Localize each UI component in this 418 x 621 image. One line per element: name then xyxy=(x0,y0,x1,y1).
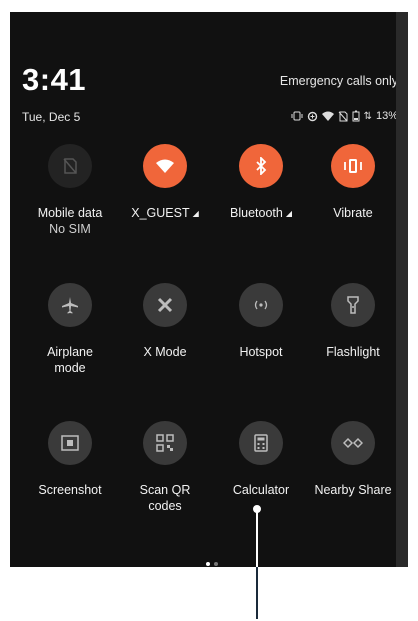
calculator-icon xyxy=(239,421,283,465)
charging-arrows-icon: ⇅ xyxy=(363,110,372,122)
tile-screenshot[interactable]: Screenshot xyxy=(22,421,118,498)
tile-label: Screenshot xyxy=(38,483,102,497)
tile-label: Hotspot xyxy=(239,345,283,359)
tile-label: Vibrate xyxy=(333,206,373,220)
sim-off-icon xyxy=(48,144,92,188)
tile-wifi[interactable]: X_GUEST ◢ xyxy=(117,144,213,222)
tile-flashlight[interactable]: Flashlight xyxy=(305,283,401,360)
wifi-icon xyxy=(321,111,334,121)
tile-airplane-mode[interactable]: Airplane mode xyxy=(22,283,118,376)
vibrate-icon xyxy=(291,111,303,121)
tile-label: Nearby Share xyxy=(314,483,392,497)
clock[interactable]: 3:41 xyxy=(22,62,86,98)
tile-scan-qr[interactable]: Scan QR codes xyxy=(117,421,213,514)
tile-calculator[interactable]: Calculator xyxy=(213,421,309,498)
battery-percent: 13% xyxy=(375,110,398,122)
date: Tue, Dec 5 xyxy=(22,110,81,124)
screenshot-icon xyxy=(48,421,92,465)
tile-vibrate[interactable]: Vibrate xyxy=(305,144,401,221)
nearby-share-icon xyxy=(331,421,375,465)
vibrate-icon xyxy=(331,144,375,188)
flashlight-icon xyxy=(331,283,375,327)
wifi-icon xyxy=(143,144,187,188)
callout-dot xyxy=(253,505,261,513)
expand-arrow-icon: ◢ xyxy=(192,208,199,218)
tile-label: Bluetooth xyxy=(230,206,283,220)
tile-label: X_GUEST xyxy=(131,206,190,220)
data-saver-icon xyxy=(307,111,317,121)
x-mode-icon xyxy=(143,283,187,327)
bluetooth-icon xyxy=(239,144,283,188)
tile-label: Airplane xyxy=(47,345,93,359)
tile-x-mode[interactable]: X Mode xyxy=(117,283,213,360)
page-indicator[interactable] xyxy=(206,562,218,566)
tile-label: X Mode xyxy=(143,345,187,359)
qr-code-icon xyxy=(143,421,187,465)
tile-sublabel: mode xyxy=(54,361,86,375)
no-sim-icon xyxy=(338,111,348,121)
callout-line xyxy=(256,567,258,619)
tile-sublabel: codes xyxy=(148,499,182,513)
tile-label: Mobile data xyxy=(37,206,103,220)
tile-label: Calculator xyxy=(232,483,290,497)
tile-mobile-data[interactable]: Mobile data No SIM xyxy=(22,144,118,237)
device-bezel xyxy=(396,12,408,567)
page-dot-active xyxy=(206,562,210,566)
expand-arrow-icon: ◢ xyxy=(285,208,292,218)
tile-nearby-share[interactable]: Nearby Share xyxy=(305,421,401,498)
battery-icon xyxy=(352,110,360,122)
tile-label: Scan QR xyxy=(139,483,191,497)
tile-label: Flashlight xyxy=(326,345,380,359)
tile-sublabel: No SIM xyxy=(49,222,91,236)
airplane-icon xyxy=(48,283,92,327)
hotspot-icon xyxy=(239,283,283,327)
tile-hotspot[interactable]: Hotspot xyxy=(213,283,309,360)
carrier-text: Emergency calls only xyxy=(279,74,398,88)
tile-bluetooth[interactable]: Bluetooth ◢ xyxy=(213,144,309,222)
page-dot xyxy=(214,562,218,566)
quick-settings-panel: 3:41 Tue, Dec 5 Emergency calls only ⇅ 1… xyxy=(10,12,408,567)
status-icons: ⇅ 13% xyxy=(291,110,398,122)
callout-line xyxy=(256,512,258,567)
